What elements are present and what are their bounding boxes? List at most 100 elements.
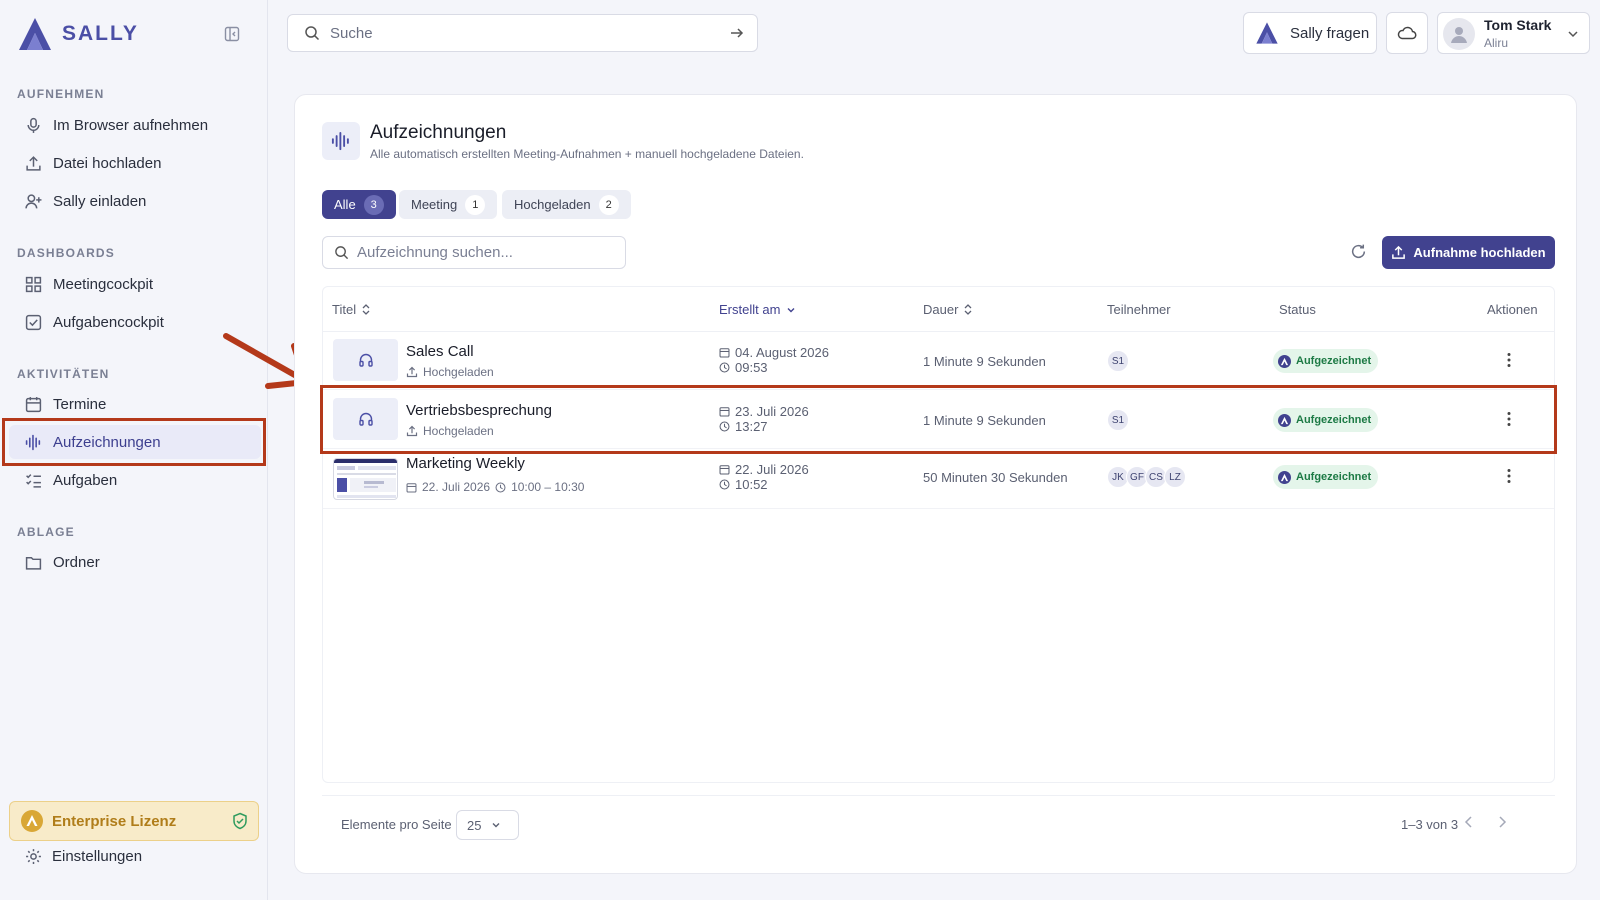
search-icon xyxy=(304,25,320,41)
status-badge: Aufgezeichnet xyxy=(1273,465,1379,489)
ask-sally-button[interactable]: Sally fragen xyxy=(1243,12,1377,54)
column-header-status: Status xyxy=(1279,302,1316,317)
sidebar-item-label: Datei hochladen xyxy=(53,154,162,172)
cloud-sync-button[interactable] xyxy=(1386,12,1428,54)
sidebar-item-label: Ordner xyxy=(53,553,100,571)
participant-avatar[interactable]: S1 xyxy=(1107,350,1129,372)
calendar-icon xyxy=(719,464,730,475)
recording-search-input[interactable]: Aufzeichnung suchen... xyxy=(322,236,626,269)
clock-icon xyxy=(495,482,506,493)
sidebar-item-settings[interactable]: Einstellungen xyxy=(17,848,142,865)
sally-logo[interactable]: SALLY xyxy=(16,16,139,52)
filter-tab-meeting[interactable]: Meeting 1 xyxy=(399,190,498,219)
upload-icon xyxy=(25,155,42,172)
sally-status-icon xyxy=(1278,354,1291,368)
upload-icon xyxy=(1391,245,1406,260)
chevron-left-icon[interactable] xyxy=(1463,815,1475,829)
enterprise-license-badge[interactable]: Enterprise Lizenz xyxy=(9,801,259,841)
sidebar-item-meetingcockpit[interactable]: Meetingcockpit xyxy=(17,267,261,301)
sidebar-item-browser-record[interactable]: Im Browser aufnehmen xyxy=(17,108,261,142)
filter-tab-uploaded[interactable]: Hochgeladen 2 xyxy=(502,190,631,219)
recording-duration: 1 Minute 9 Sekunden xyxy=(923,354,1046,369)
created-date-value: 04. August 2026 xyxy=(735,345,829,360)
folder-icon xyxy=(25,554,42,571)
avatar xyxy=(1443,18,1475,50)
participants: JK GF CS LZ xyxy=(1107,466,1186,488)
created-time-value: 09:53 xyxy=(735,360,768,375)
per-page-value: 25 xyxy=(467,817,482,833)
arrow-right-icon[interactable] xyxy=(729,25,745,41)
created-date: 22. Juli 2026 xyxy=(719,462,809,477)
recording-title[interactable]: Sales Call xyxy=(406,343,474,360)
more-actions-icon[interactable] xyxy=(1507,468,1511,484)
sort-icon xyxy=(362,304,370,315)
column-header-participants: Teilnehmer xyxy=(1107,302,1171,317)
sidebar-item-label: Termine xyxy=(53,395,107,413)
chevron-down-icon xyxy=(1567,28,1579,40)
column-header-duration[interactable]: Dauer xyxy=(923,302,972,317)
sidebar-item-invite-sally[interactable]: Sally einladen xyxy=(17,184,261,218)
filter-tab-all[interactable]: Alle 3 xyxy=(322,190,396,219)
created-time: 09:53 xyxy=(719,360,768,375)
user-avatar-icon xyxy=(1451,27,1467,43)
calendar-icon xyxy=(406,482,417,493)
recordings-table: Titel Erstellt am Dauer Teilnehmer Statu… xyxy=(322,286,1555,783)
user-menu[interactable]: Tom Stark Aliru xyxy=(1437,12,1590,54)
sidebar-item-label: Aufgaben xyxy=(53,471,118,489)
calendar-icon xyxy=(25,396,42,413)
grid-icon xyxy=(25,276,42,293)
filter-count: 2 xyxy=(598,194,619,215)
sidebar-item-label: Im Browser aufnehmen xyxy=(53,116,209,134)
column-label: Dauer xyxy=(923,302,959,317)
screenshot-preview-icon xyxy=(334,459,397,498)
user-name: Tom Stark xyxy=(1484,17,1552,33)
per-page-select[interactable]: 25 xyxy=(456,810,519,840)
global-search-input[interactable]: Suche xyxy=(287,14,758,52)
table-row[interactable]: Marketing Weekly 22. Juli 2026 10:00 – 1… xyxy=(323,451,1554,509)
meeting-screenshot-thumbnail xyxy=(333,458,398,500)
cloud-icon xyxy=(1397,25,1417,41)
sally-logo-icon xyxy=(19,18,51,50)
sidebar-item-ordner[interactable]: Ordner xyxy=(17,545,261,579)
table-row[interactable]: Sales Call Hochgeladen 04. August 2026 0… xyxy=(323,332,1554,390)
filter-label: Meeting xyxy=(411,197,458,212)
settings-label: Einstellungen xyxy=(52,848,143,865)
column-header-title[interactable]: Titel xyxy=(332,302,370,317)
clock-icon xyxy=(719,479,730,490)
filter-label: Hochgeladen xyxy=(514,197,591,212)
upload-recording-button[interactable]: Aufnahme hochladen xyxy=(1382,236,1555,269)
more-actions-icon[interactable] xyxy=(1507,352,1511,368)
sally-status-icon xyxy=(1278,470,1291,484)
pagination-range: 1–3 von 3 xyxy=(1401,817,1459,832)
collapse-sidebar-icon[interactable] xyxy=(224,26,240,42)
chevron-right-icon[interactable] xyxy=(1496,815,1508,829)
page-title: Aufzeichnungen xyxy=(370,122,507,143)
recording-duration: 50 Minuten 30 Sekunden xyxy=(923,470,1068,485)
column-label: Erstellt am xyxy=(719,302,781,317)
sidebar-item-label: Meetingcockpit xyxy=(53,275,154,293)
license-label: Enterprise Lizenz xyxy=(52,812,177,830)
page-subtitle: Alle automatisch erstellten Meeting-Aufn… xyxy=(370,147,804,161)
sidebar-item-aufgaben[interactable]: Aufgaben xyxy=(17,463,261,497)
status-label: Aufgezeichnet xyxy=(1296,355,1372,367)
section-label-record: AUFNEHMEN xyxy=(17,87,105,101)
column-header-actions: Aktionen xyxy=(1487,302,1538,317)
sort-icon xyxy=(964,304,972,315)
column-header-created[interactable]: Erstellt am xyxy=(719,302,796,317)
created-date: 04. August 2026 xyxy=(719,345,829,360)
ask-sally-label: Sally fragen xyxy=(1290,24,1370,42)
status-label: Aufgezeichnet xyxy=(1296,471,1372,483)
meeting-time-range: 10:00 – 10:30 xyxy=(511,480,585,494)
recording-title[interactable]: Marketing Weekly xyxy=(406,455,525,472)
participant-avatar[interactable]: LZ xyxy=(1164,466,1186,488)
highlighted-row-box xyxy=(320,385,1557,454)
clock-icon xyxy=(719,362,730,373)
status-badge: Aufgezeichnet xyxy=(1273,349,1379,373)
recording-source: Hochgeladen xyxy=(406,365,494,379)
refresh-icon[interactable] xyxy=(1350,243,1367,260)
sidebar-item-file-upload[interactable]: Datei hochladen xyxy=(17,146,261,180)
meeting-schedule: 22. Juli 2026 10:00 – 10:30 xyxy=(406,480,584,494)
upload-recording-label: Aufnahme hochladen xyxy=(1413,245,1546,260)
waveform-icon xyxy=(322,122,360,160)
recordings-card: Aufzeichnungen Alle automatisch erstellt… xyxy=(294,94,1577,874)
